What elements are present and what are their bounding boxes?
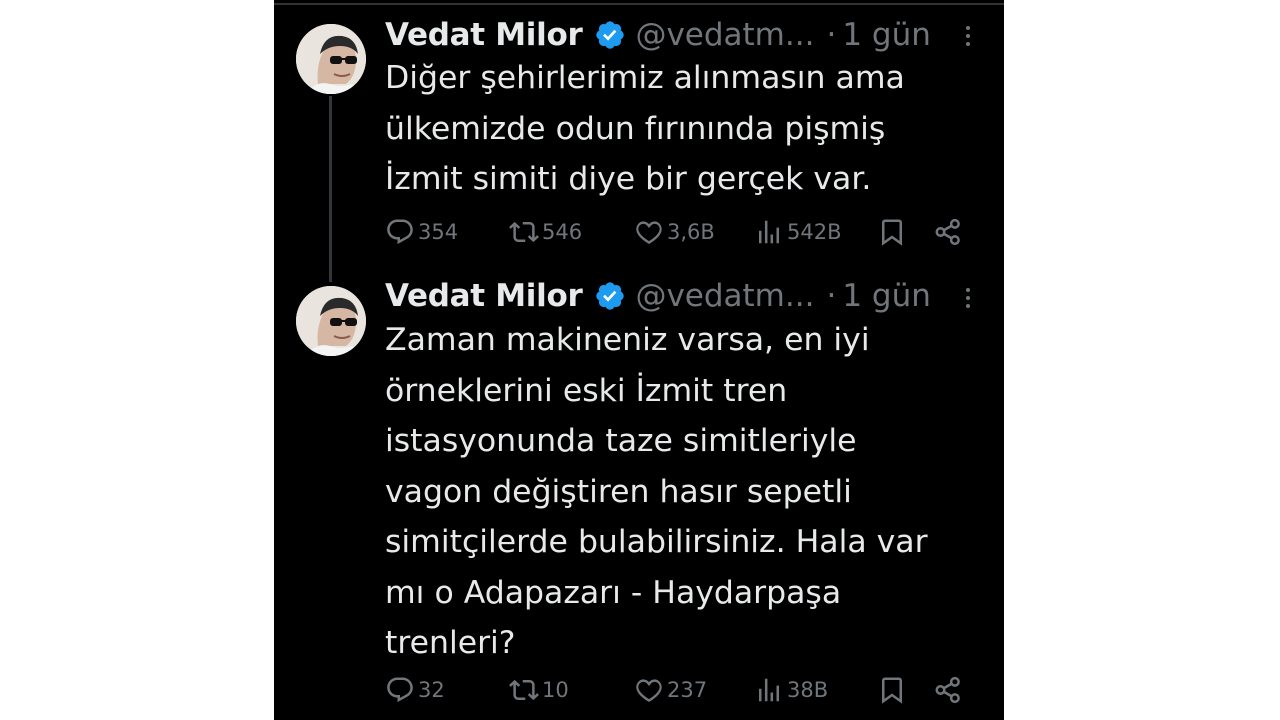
- heart-icon: [636, 679, 662, 702]
- verified-badge-icon: [594, 19, 626, 51]
- verified-badge-icon: [594, 280, 626, 312]
- tweet-text-line: ülkemizde odun fırınında pişmiş: [385, 110, 886, 147]
- reply-button[interactable]: 354: [385, 212, 458, 252]
- tweet-header: Vedat Milor @vedatm... · 1 gün: [385, 276, 931, 316]
- tweet-actions: 32 10 237 38B: [385, 670, 985, 710]
- reply-button[interactable]: 32: [385, 670, 445, 710]
- author-name[interactable]: Vedat Milor: [385, 278, 583, 314]
- bookmark-button[interactable]: [877, 670, 907, 710]
- avatar[interactable]: [296, 24, 366, 94]
- tweet-text: Diğer şehirlerimiz alınmasın ama ülkemiz…: [385, 53, 985, 205]
- tweet-text: Zaman makineniz varsa, en iyi örneklerin…: [385, 315, 985, 669]
- separator-dot: ·: [826, 17, 837, 53]
- like-count: 237: [667, 678, 708, 702]
- timestamp[interactable]: 1 gün: [842, 278, 931, 314]
- tweet-text-line: istasyonunda taze simitleriyle: [385, 423, 857, 459]
- author-handle[interactable]: @vedatm...: [635, 278, 814, 314]
- retweet-button[interactable]: 546: [509, 212, 582, 252]
- share-icon: [935, 218, 960, 246]
- share-button[interactable]: [933, 212, 963, 252]
- more-dots-icon[interactable]: [962, 288, 974, 318]
- tweet-text-line: mı o Adapazarı - Haydarpaşa: [385, 574, 842, 611]
- reply-count: 32: [418, 678, 445, 702]
- retweet-icon: [509, 679, 539, 701]
- share-button[interactable]: [933, 670, 963, 710]
- retweet-count: 10: [542, 678, 569, 702]
- avatar-image: [296, 24, 366, 94]
- tweet-text-line: trenleri?: [385, 625, 516, 661]
- like-count: 3,6B: [667, 220, 715, 244]
- avatar-image: [296, 286, 366, 356]
- views-icon: [759, 220, 779, 244]
- like-button[interactable]: 3,6B: [634, 212, 715, 252]
- reply-count: 354: [418, 220, 459, 244]
- heart-icon: [636, 221, 662, 244]
- bookmark-icon: [882, 677, 902, 704]
- tweet-actions: 354 546 3,6B 542B: [385, 212, 985, 252]
- separator-dot: ·: [826, 278, 837, 314]
- tweet-text-line: vagon değiştiren hasır sepetli: [385, 473, 852, 510]
- views-button[interactable]: 38B: [754, 670, 828, 710]
- bookmark-button[interactable]: [877, 212, 907, 252]
- tweet-text-line: Diğer şehirlerimiz alınmasın ama: [385, 60, 905, 96]
- retweet-icon: [509, 221, 539, 243]
- bookmark-icon: [882, 219, 902, 246]
- views-button[interactable]: 542B: [754, 212, 842, 252]
- tweet-text-line: örneklerini eski İzmit tren: [385, 372, 788, 409]
- tweet-text-line: simitçilerde bulabilirsiniz. Hala var: [385, 524, 928, 560]
- retweet-button[interactable]: 10: [509, 670, 569, 710]
- reply-icon: [387, 219, 413, 245]
- tweet-header: Vedat Milor @vedatm... · 1 gün: [385, 15, 931, 55]
- author-handle[interactable]: @vedatm...: [635, 17, 814, 53]
- tweet[interactable]: Vedat Milor @vedatm... · 1 gün Diğer şeh…: [274, 0, 1004, 262]
- tweet-text-line: İzmit simiti diye bir gerçek var.: [385, 161, 872, 197]
- tweet-thread-screen: Vedat Milor @vedatm... · 1 gün Diğer şeh…: [274, 0, 1004, 720]
- share-icon: [935, 676, 960, 704]
- tweet-text-line: Zaman makineniz varsa, en iyi: [385, 322, 870, 358]
- views-count: 38B: [787, 678, 829, 702]
- views-icon: [759, 678, 779, 702]
- views-count: 542B: [787, 220, 842, 244]
- like-button[interactable]: 237: [634, 670, 707, 710]
- reply-icon: [387, 677, 413, 703]
- avatar[interactable]: [296, 286, 366, 356]
- more-dots-icon[interactable]: [962, 26, 974, 56]
- tweet[interactable]: Vedat Milor @vedatm... · 1 gün Zaman mak…: [274, 262, 1004, 720]
- author-name[interactable]: Vedat Milor: [385, 17, 583, 53]
- retweet-count: 546: [542, 220, 583, 244]
- timestamp[interactable]: 1 gün: [842, 17, 931, 53]
